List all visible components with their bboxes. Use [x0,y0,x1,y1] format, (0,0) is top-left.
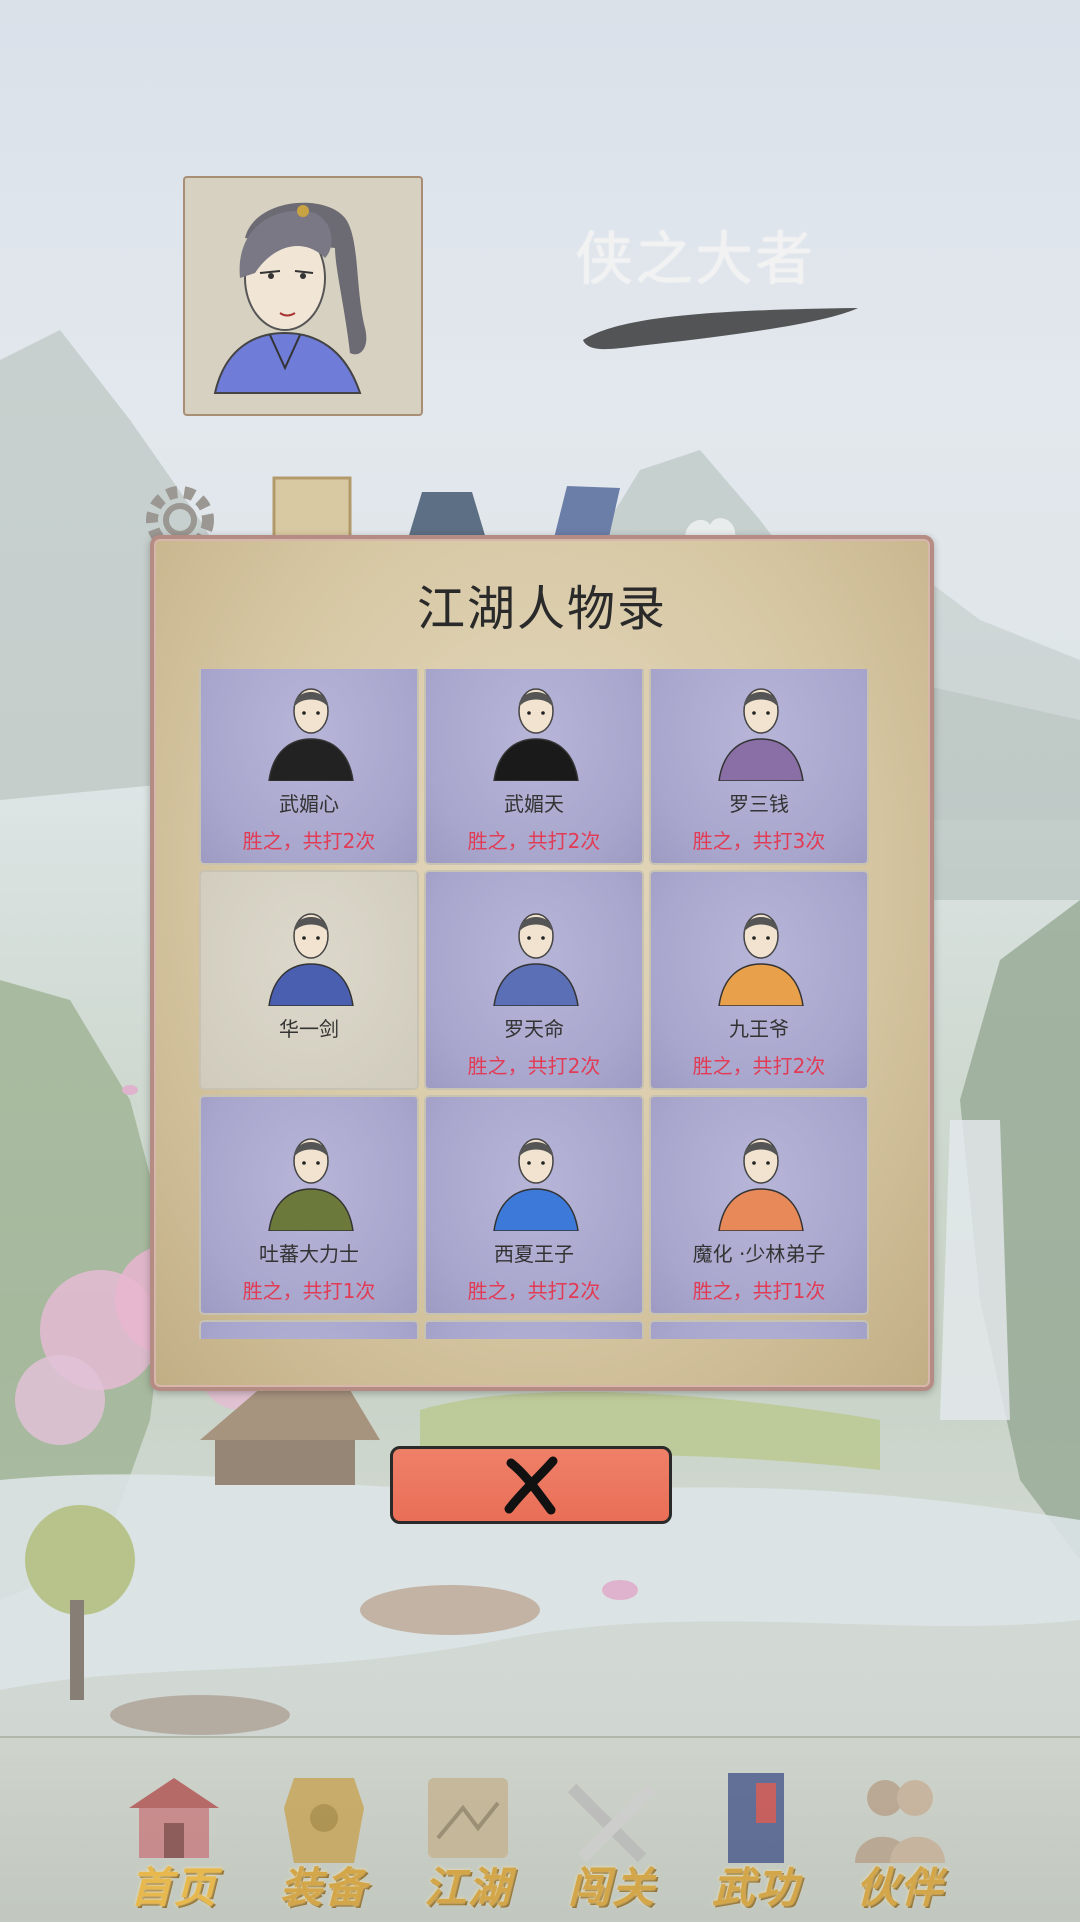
character-roster-dialog: 江湖人物录 武媚心 胜之，共打2次 武媚天 胜之，共打2次 罗三钱 胜之，共打3次 华一剑罗… [150,535,934,1391]
character-portrait [493,688,579,781]
player-portrait [213,202,367,394]
armor-icon [284,1778,364,1863]
character-card[interactable]: 魔化 ·少林弟子 胜之，共打1次 [649,1095,869,1315]
character-portrait [268,913,354,1006]
nav-equipment[interactable]: 装备 [264,1768,384,1912]
character-card[interactable]: 武媚天胜之，共打2次 [424,669,644,865]
character-name: 吐蕃大力士 [259,1242,359,1266]
nav-home[interactable]: 首页 [114,1768,234,1912]
character-name: 魔化 ·少林弟子 [692,1242,826,1266]
player-avatar[interactable] [183,176,423,416]
battle-record: 胜之，共打2次 [467,1279,601,1303]
character-name: 九王爷 [729,1017,789,1041]
close-button[interactable] [390,1446,672,1524]
character-name: 华一剑 [279,1017,339,1041]
character-card[interactable]: 九王爷胜之，共打2次 [649,870,869,1090]
roster-grid: 武媚心 胜之，共打2次 武媚天 胜之，共打2次 罗三钱 胜之，共打3次 华一剑 罗天命 胜之，共… [199,669,869,1339]
character-portrait [718,688,804,781]
character-card[interactable] [649,1320,869,1339]
character-card[interactable]: 罗天命胜之，共打2次 [424,870,644,1090]
character-portrait [718,913,804,1006]
battle-record: 胜之，共打2次 [467,1054,601,1078]
partners-icon [855,1780,945,1863]
character-name: 罗三钱 [729,792,789,816]
character-card[interactable] [199,1320,419,1339]
character-name: 罗天命 [504,1017,564,1041]
battle-record: 胜之，共打2次 [692,1054,826,1078]
character-name: 西夏王子 [494,1242,574,1266]
character-card[interactable]: 华一剑 [199,870,419,1090]
swords-icon [567,1783,657,1863]
nav-martial-arts[interactable]: 武功 [696,1768,816,1912]
nav-partners[interactable]: 伙伴 [840,1768,960,1912]
brush-stroke [583,308,858,350]
character-portrait [493,1138,579,1231]
character-portrait [268,1138,354,1231]
nav-jianghu[interactable]: 江湖 [408,1768,528,1912]
character-card[interactable]: 武媚心胜之，共打2次 [199,669,419,865]
map-icon [428,1778,508,1858]
character-name: 武媚心 [279,792,339,816]
battle-record: 胜之，共打1次 [242,1279,376,1303]
dialog-title: 江湖人物录 [416,581,667,637]
character-card[interactable] [424,1320,644,1339]
battle-record: 胜之，共打1次 [692,1279,826,1303]
book-icon [728,1773,784,1863]
character-card[interactable]: 罗三钱胜之，共打3次 [649,669,869,865]
character-card[interactable]: 西夏王子胜之，共打2次 [424,1095,644,1315]
nav-challenge[interactable]: 闯关 [552,1768,672,1912]
character-card[interactable]: 吐蕃大力士胜之，共打1次 [199,1095,419,1315]
character-portrait [718,1138,804,1231]
roster-scroll-area[interactable]: 武媚心 胜之，共打2次 武媚天 胜之，共打2次 罗三钱 胜之，共打3次 华一剑 罗天命 胜之，共… [199,669,879,1339]
battle-record: 胜之，共打2次 [467,829,601,853]
battle-record: 胜之，共打3次 [692,829,826,853]
close-icon [504,1456,558,1515]
home-icon [129,1778,219,1858]
character-portrait [493,913,579,1006]
character-name: 武媚天 [504,792,564,816]
player-name: 侠之大者 [574,225,815,293]
bottom-navigation: 首页 装备 江湖 闯关 武功 伙伴 [0,1736,1080,1922]
character-portrait [268,688,354,781]
battle-record: 胜之，共打2次 [242,829,376,853]
